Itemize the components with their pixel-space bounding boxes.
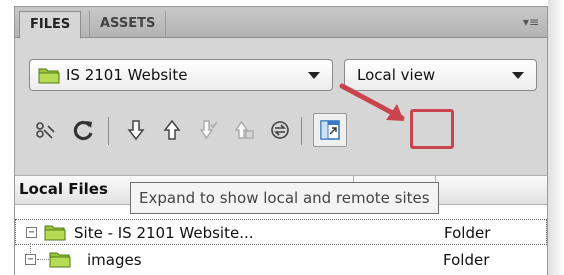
tooltip: Expand to show local and remote sites bbox=[130, 182, 439, 214]
callout-arrow-icon bbox=[339, 83, 405, 121]
